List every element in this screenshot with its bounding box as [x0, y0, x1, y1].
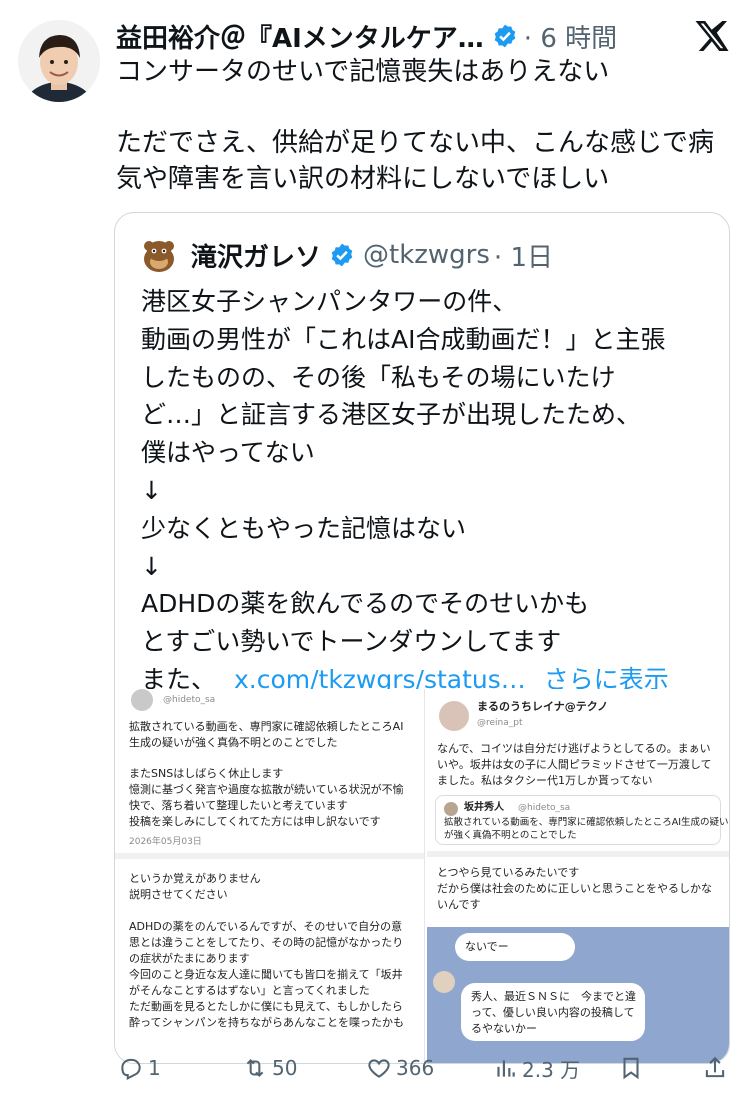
post-text-line: ただでさえ、供給が足りてない中、こんな感じで病: [116, 128, 715, 158]
image-text-line: なんで、コイツは自分だけ逃げようとしてるの。まぁい: [437, 742, 711, 755]
image-text-line: いんです: [437, 898, 481, 911]
like-button[interactable]: 366: [366, 1052, 434, 1084]
image-text-line: ADHDの薬をのんでいるんですが、そのせいで自分の意: [129, 920, 403, 933]
quoted-time[interactable]: · 1日: [494, 237, 553, 274]
verified-badge-icon: [492, 23, 518, 49]
post-header: 益田裕介＠『AIメンタルケア… · 6 時間: [116, 16, 676, 56]
quoted-text-line: ↓: [141, 551, 162, 581]
image-text-line: というか覚えがありません: [129, 872, 261, 885]
chat-line: って、優しい良い内容の投稿して: [471, 1006, 635, 1019]
image-inner-handle: @hideto_sa: [518, 803, 571, 813]
share-icon: [705, 1056, 725, 1078]
verified-badge-icon: [329, 242, 355, 268]
bookmark-icon: [623, 1057, 639, 1080]
image-text-line: がそんなことするはずない」と言ってくれました: [129, 984, 370, 997]
image-divider: [115, 853, 424, 859]
action-bar: 1 50 366 2.3 万: [0, 1046, 748, 1090]
repost-icon: [246, 1058, 264, 1078]
image-text-line: ただ動画を見るとたしかに僕にも見えて、もしかしたら: [129, 1000, 403, 1013]
image-text-line: 快で、落ち着いて整理したいと考えています: [129, 799, 348, 812]
image-text-line: だから僕は社会のために正しいと思うことをやるしかな: [437, 882, 712, 895]
image-handle: @hideto_sa: [163, 695, 216, 705]
chat-line: るやないかー: [471, 1022, 537, 1035]
post-text-line: 気や障害を言い訳の材料にしないでほしい: [116, 164, 610, 194]
image-avatar: [439, 701, 469, 731]
image-text-line: 説明させてください: [129, 888, 228, 901]
image-text-line: 拡散されている動画を、専門家に確認依頼したところAI: [129, 720, 404, 733]
image-text-line: の症状がたまにあります: [129, 952, 250, 965]
image-author-name: まるのうちレイナ@テクノ: [477, 700, 609, 713]
post-time[interactable]: · 6 時間: [524, 18, 617, 55]
quoted-text-line: 港区女子シャンパンタワーの件、: [141, 287, 518, 316]
views-button[interactable]: 2.3 万: [492, 1052, 580, 1084]
chat-line: 秀人、最近ＳＮＳに 今までと違: [471, 990, 636, 1003]
reply-button[interactable]: 1: [118, 1052, 161, 1084]
x-logo-icon[interactable]: [694, 18, 730, 54]
analytics-icon: [497, 1060, 515, 1077]
image-inner-name: 坂井秀人: [464, 802, 504, 813]
chat-background: ないでー 秀人、最近ＳＮＳに 今までと違 って、優しい良い内容の投稿して るやな…: [427, 927, 729, 1063]
quoted-text: 港区女子シャンパンタワーの件、 動画の男性が「これはAI合成動画だ！」と主張 し…: [141, 283, 721, 699]
quoted-text-line: とすごい勢いでトーンダウンしてます: [141, 627, 562, 657]
reply-icon: [121, 1058, 141, 1080]
image-text-line: 拡散されている動画を、専門家に確認依頼したところAI生成の疑い: [444, 817, 729, 828]
post-text-line: コンサータのせいで記憶喪失はありえない: [116, 57, 610, 87]
heart-icon: [368, 1059, 390, 1078]
share-button[interactable]: [702, 1052, 732, 1084]
quoted-image-right[interactable]: まるのうちレイナ@テクノ @reina_pt なんで、コイツは自分だけ逃げようと…: [427, 689, 729, 1063]
image-avatar: [131, 689, 153, 711]
image-avatar: [444, 802, 458, 816]
quoted-post[interactable]: 滝沢ガレソ @tkzwgrs · 1日 港区女子シャンパンタワーの件、 動画の男…: [114, 212, 730, 1064]
image-text-line: ました。私はタクシー代1万しか貰ってない: [437, 774, 653, 787]
quoted-text-line: ADHDの薬を飲んでるのでそのせいかも: [141, 589, 590, 619]
repost-count: 50: [272, 1056, 298, 1080]
image-text-line: いや。坂井は女の子に人間ピラミッドさせて一万渡して: [437, 758, 712, 771]
image-text-line: 投稿を楽しみにしてくれてた方には申し訳ないです: [129, 815, 381, 828]
chat-bubble: ないでー: [455, 933, 575, 961]
quoted-author-name[interactable]: 滝沢ガレソ: [191, 237, 321, 274]
image-date: 2026年05月03日: [129, 837, 202, 847]
quoted-author-avatar[interactable]: [139, 235, 179, 275]
bookmark-button[interactable]: [618, 1052, 648, 1084]
reply-count: 1: [148, 1056, 161, 1080]
image-avatar: [433, 971, 455, 993]
image-text-line: 憶測に基づく発言や過度な拡散が続いている状況が不愉: [129, 783, 404, 796]
author-name[interactable]: 益田裕介＠『AIメンタルケア…: [116, 18, 484, 55]
quoted-text-line: 僕はやってない: [141, 438, 315, 468]
image-text-line: 思とは違うことをしてたり、その時の記憶がなかったり: [129, 936, 404, 949]
quoted-text-line: ↓: [141, 475, 162, 505]
quoted-handle[interactable]: @tkzwgrs: [363, 240, 490, 270]
repost-button[interactable]: 50: [242, 1052, 297, 1084]
image-divider: [427, 851, 729, 857]
quoted-header: 滝沢ガレソ @tkzwgrs · 1日: [191, 235, 553, 275]
view-count: 2.3 万: [522, 1057, 581, 1082]
image-text-line: 今回のこと身近な友人達に聞いても皆口を揃えて「坂井: [129, 968, 403, 981]
image-handle: @reina_pt: [477, 718, 523, 728]
like-count: 366: [396, 1056, 435, 1080]
quoted-text-line: ど…」と証言する港区女子が出現したため、: [141, 400, 642, 430]
image-text-line: 酔ってシャンパンを持ちながらあんなことを喋ったかも: [129, 1016, 404, 1029]
quoted-text-line: 動画の男性が「これはAI合成動画だ！」と主張: [141, 324, 666, 354]
image-text-line: が強く真偽不明とのことでした: [444, 830, 577, 841]
quoted-image-left[interactable]: @hideto_sa 拡散されている動画を、専門家に確認依頼したところAI 生成…: [115, 689, 425, 1063]
quoted-text-line: したものの、その後「私もその場にいたけ: [141, 362, 616, 392]
author-avatar[interactable]: [18, 20, 100, 102]
image-inner-quote: 坂井秀人 @hideto_sa 拡散されている動画を、専門家に確認依頼したところ…: [435, 795, 729, 845]
chat-bubble: 秀人、最近ＳＮＳに 今までと違 って、優しい良い内容の投稿して るやないかー: [461, 983, 645, 1041]
quoted-text-line: 少なくともやった記憶はない: [141, 513, 467, 543]
image-text-line: とつやら見ているみたいです: [437, 866, 580, 879]
image-text-line: またSNSはしばらく休止します: [129, 767, 284, 780]
image-text-line: 生成の疑いが強く真偽不明とのことでした: [129, 736, 338, 749]
